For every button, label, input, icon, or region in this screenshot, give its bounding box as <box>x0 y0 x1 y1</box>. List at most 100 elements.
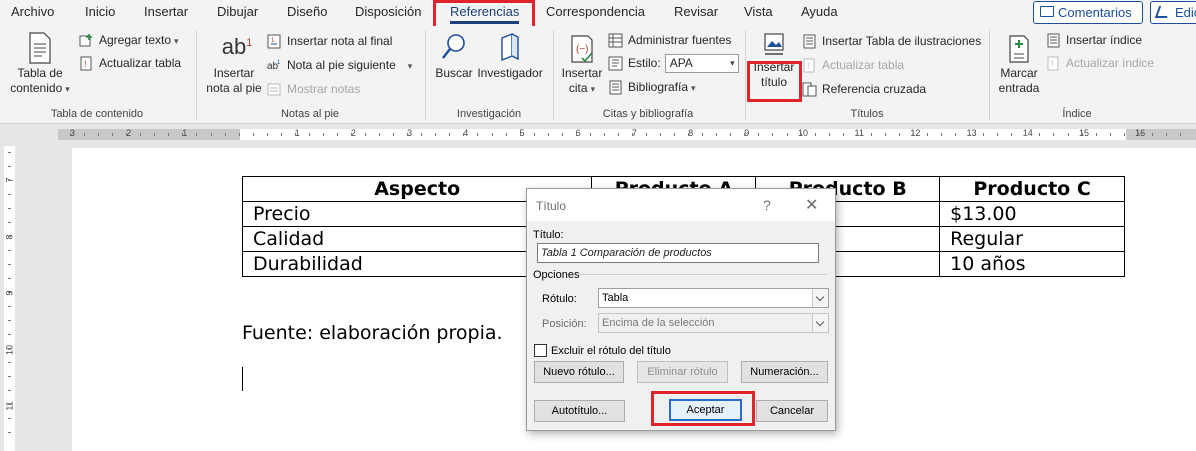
ruler-tick <box>829 133 830 136</box>
ruler-tick <box>772 133 773 136</box>
ruler-tick <box>674 133 675 136</box>
dialog-titlebar[interactable]: Título ? ✕ <box>527 189 835 221</box>
ruler-left-margin <box>58 129 240 140</box>
numbering-button[interactable]: Numeración... <box>741 361 828 383</box>
chevron-down-icon <box>812 289 828 307</box>
ruler-tick <box>1110 133 1111 136</box>
style-selector[interactable]: Estilo: APA ▾ <box>608 53 739 74</box>
tab-referencias[interactable]: Referencias <box>450 3 520 24</box>
tab-correspondencia[interactable]: Correspondencia <box>546 3 645 23</box>
svg-text:!: ! <box>807 61 810 71</box>
style-dropdown[interactable]: APA ▾ <box>664 54 739 74</box>
ruler-number: 8 <box>688 128 694 138</box>
tab-insertar[interactable]: Insertar <box>144 3 188 23</box>
researcher-button[interactable]: Investigador <box>476 32 544 81</box>
caption-label-2: título <box>760 75 787 89</box>
dialog-title: Título <box>536 199 567 213</box>
ruler-tick <box>168 133 169 136</box>
source-paragraph[interactable]: Fuente: elaboración propia. <box>242 322 503 344</box>
tab-inicio[interactable]: Inicio <box>85 3 115 23</box>
next-footnote-button[interactable]: ab 1 Nota al pie siguiente ▾ <box>267 55 412 75</box>
insert-endnote-button[interactable]: 1 Insertar nota al final <box>267 31 392 51</box>
comments-button[interactable]: Comentarios <box>1033 1 1143 24</box>
table-cell[interactable]: Regular <box>939 226 1125 252</box>
ruler-tick <box>604 133 605 136</box>
tab-disposicion[interactable]: Disposición <box>355 3 421 23</box>
mark-entry-button[interactable]: Marcar entrada <box>994 32 1044 96</box>
cross-reference-label: Referencia cruzada <box>822 82 927 96</box>
label-select[interactable]: Tabla <box>598 288 829 308</box>
insert-footnote-button[interactable]: ab 1 Insertar nota al pie <box>203 32 265 96</box>
insert-table-of-figures-button[interactable]: Insertar Tabla de ilustraciones <box>802 31 981 51</box>
refresh-icon: ! <box>803 58 815 73</box>
update-table-figures-button[interactable]: ! Actualizar tabla <box>802 55 904 75</box>
tab-dibujar[interactable]: Dibujar <box>217 3 258 23</box>
update-toc-button[interactable]: ! Actualizar tabla <box>79 53 181 73</box>
show-notes-button[interactable]: Mostrar notas <box>267 79 360 99</box>
position-field-label: Posición: <box>542 318 587 330</box>
update-index-button[interactable]: ! Actualizar índice <box>1046 53 1154 73</box>
search-icon <box>442 34 465 59</box>
cross-reference-button[interactable]: Referencia cruzada <box>802 79 926 99</box>
new-label-button[interactable]: Nuevo rótulo... <box>534 361 624 383</box>
ruler-tick <box>449 133 450 136</box>
ruler-tick <box>281 133 282 136</box>
ruler-tick <box>379 133 380 136</box>
insert-caption-button[interactable]: Insertar título <box>750 32 798 90</box>
ruler-tick <box>927 133 928 136</box>
ruler-tick <box>295 133 296 136</box>
ruler-number: 2 <box>126 128 132 138</box>
insert-citation-button[interactable]: (−) Insertar cita ▾ <box>560 32 604 97</box>
tab-revisar[interactable]: Revisar <box>674 3 718 23</box>
ruler-tick <box>576 133 577 136</box>
ruler-tick <box>969 133 970 136</box>
update-index-label: Actualizar índice <box>1066 56 1155 70</box>
ribbon: Tabla de contenido ▾ Agregar texto ▾ ! Act… <box>0 26 1196 144</box>
ruler-tick <box>899 133 900 136</box>
ruler-tick <box>112 133 113 136</box>
ruler-number: 13 <box>966 128 977 138</box>
tab-ayuda[interactable]: Ayuda <box>801 3 838 23</box>
search-label: Buscar <box>435 66 473 80</box>
ruler-tick <box>309 133 310 136</box>
ok-button[interactable]: Aceptar <box>669 399 742 421</box>
ruler-tick <box>1039 133 1040 136</box>
researcher-icon <box>501 32 519 62</box>
ruler-tick <box>815 133 816 136</box>
manage-sources-button[interactable]: Administrar fuentes <box>608 30 731 50</box>
position-select-value: Encima de la selección <box>602 317 715 329</box>
help-icon[interactable]: ? <box>763 197 771 213</box>
citation-label-2: cita <box>568 81 588 95</box>
ruler-number: 1 <box>182 128 188 138</box>
ruler-tick <box>70 133 71 136</box>
mark-entry-label-1: Marcar <box>1000 66 1038 80</box>
search-button[interactable]: Buscar <box>433 32 475 81</box>
edit-button[interactable]: Edic <box>1150 1 1196 24</box>
add-text-button[interactable]: Agregar texto ▾ <box>79 30 179 50</box>
ruler-tick <box>435 133 436 136</box>
exclude-label-checkbox[interactable] <box>534 344 547 357</box>
ruler-tick <box>787 133 788 136</box>
delete-label-button[interactable]: Eliminar rótulo <box>637 361 728 383</box>
ruler-tick <box>337 133 338 136</box>
position-select[interactable]: Encima de la selección <box>598 313 829 333</box>
tab-vista[interactable]: Vista <box>744 3 773 23</box>
insert-index-label: Insertar índice <box>1066 33 1143 47</box>
table-cell[interactable]: 10 años <box>939 251 1125 277</box>
tab-diseno[interactable]: Diseño <box>287 3 327 23</box>
bibliography-button[interactable]: Bibliografía ▾ <box>608 77 696 97</box>
table-cell[interactable]: $13.00 <box>939 201 1125 227</box>
insert-index-button[interactable]: Insertar índice <box>1046 30 1142 50</box>
ruler-number: 3 <box>407 128 413 138</box>
horizontal-ruler[interactable]: 3 2 1 1 2 3 4 5 6 7 8 9 10 11 12 13 14 15 16 <box>0 124 1196 144</box>
tab-archivo[interactable]: Archivo <box>11 3 54 23</box>
vertical-ruler[interactable]: 7891011 <box>0 146 18 451</box>
table-header-cell[interactable]: Producto C <box>939 176 1125 202</box>
ruler-tick <box>941 133 942 136</box>
toc-button[interactable]: Tabla de contenido ▾ <box>10 32 70 97</box>
ruler-number: 15 <box>1078 128 1089 138</box>
close-icon[interactable]: ✕ <box>805 195 818 215</box>
caption-text-input[interactable]: Tabla 1 Comparación de productos <box>537 243 819 263</box>
cancel-button[interactable]: Cancelar <box>756 400 828 422</box>
autocaption-button[interactable]: Autotítulo... <box>534 400 625 422</box>
